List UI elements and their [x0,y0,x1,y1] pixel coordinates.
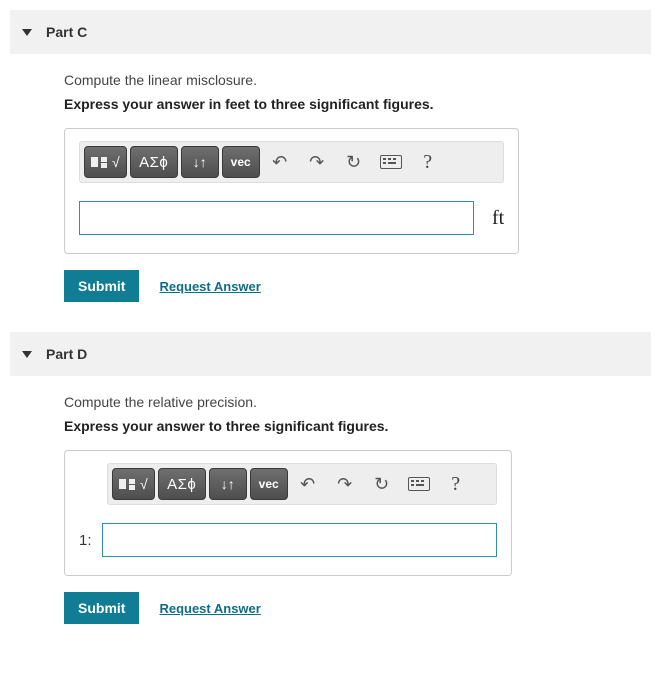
vector-button[interactable]: vec [222,146,260,178]
equation-toolbar: √ ΑΣϕ ↓↑ vec ↶ ↷ ↻ ? [107,463,497,505]
part-header[interactable]: Part D [10,332,651,376]
reset-button[interactable]: ↻ [337,146,371,178]
instruction-text: Express your answer in feet to three sig… [64,96,621,112]
answer-input[interactable] [102,523,497,557]
input-row: ft [79,201,504,235]
template-icon [91,157,98,167]
part-title: Part D [46,346,87,362]
part-d: Part D Compute the relative precision. E… [10,332,651,634]
redo-button[interactable]: ↷ [328,468,362,500]
root-icon: √ [112,154,120,170]
request-answer-link[interactable]: Request Answer [159,279,260,294]
answer-box: √ ΑΣϕ ↓↑ vec ↶ ↷ ↻ ? ft [64,128,519,254]
help-button[interactable]: ? [411,146,445,178]
fraction-icon [101,157,107,168]
collapse-caret-icon [22,351,32,358]
submit-button[interactable]: Submit [64,270,139,302]
templates-button[interactable]: √ [112,468,155,500]
prompt-text: Compute the linear misclosure. [64,72,621,88]
answer-box: √ ΑΣϕ ↓↑ vec ↶ ↷ ↻ ? 1: [64,450,512,576]
reset-button[interactable]: ↻ [365,468,399,500]
prefix-label: 1: [79,532,92,549]
collapse-caret-icon [22,29,32,36]
input-row: 1: [79,523,497,557]
part-header[interactable]: Part C [10,10,651,54]
part-title: Part C [46,24,87,40]
fraction-icon [129,479,135,490]
undo-button[interactable]: ↶ [291,468,325,500]
help-button[interactable]: ? [439,468,473,500]
equation-toolbar: √ ΑΣϕ ↓↑ vec ↶ ↷ ↻ ? [79,141,504,183]
keyboard-icon [408,477,430,491]
answer-input[interactable] [79,201,474,235]
keyboard-icon [380,155,402,169]
part-body: Compute the relative precision. Express … [10,376,651,634]
redo-button[interactable]: ↷ [300,146,334,178]
request-answer-link[interactable]: Request Answer [159,601,260,616]
prompt-text: Compute the relative precision. [64,394,621,410]
greek-button[interactable]: ΑΣϕ [158,468,206,500]
root-icon: √ [140,476,148,492]
templates-button[interactable]: √ [84,146,127,178]
actions-row: Submit Request Answer [64,270,621,302]
template-icon [119,479,126,489]
vector-button[interactable]: vec [250,468,288,500]
part-c: Part C Compute the linear misclosure. Ex… [10,10,651,312]
keyboard-button[interactable] [374,146,408,178]
keyboard-button[interactable] [402,468,436,500]
submit-button[interactable]: Submit [64,592,139,624]
greek-button[interactable]: ΑΣϕ [130,146,178,178]
subscript-button[interactable]: ↓↑ [209,468,247,500]
instruction-text: Express your answer to three significant… [64,418,621,434]
part-body: Compute the linear misclosure. Express y… [10,54,651,312]
subscript-button[interactable]: ↓↑ [181,146,219,178]
actions-row: Submit Request Answer [64,592,621,624]
undo-button[interactable]: ↶ [263,146,297,178]
unit-label: ft [492,207,504,230]
